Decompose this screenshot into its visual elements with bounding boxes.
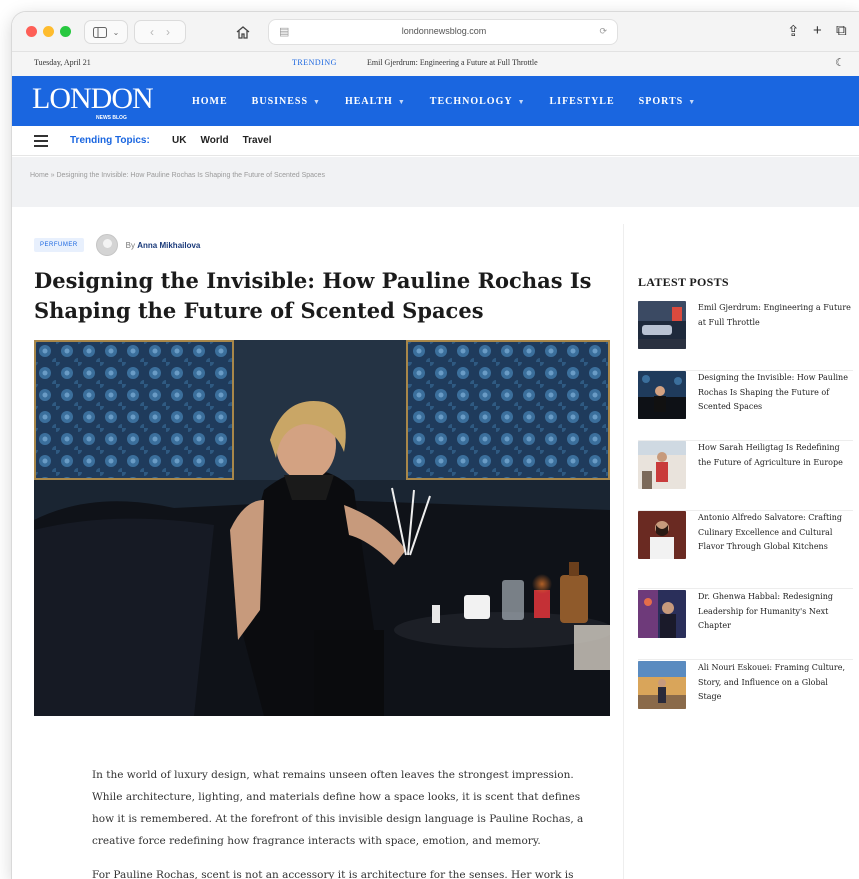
home-button[interactable] [230, 20, 256, 44]
post-title-link[interactable]: Ali Nouri Eskouei: Framing Culture, Stor… [698, 661, 853, 705]
breadcrumb: Home » Designing the Invisible: How Paul… [12, 157, 859, 207]
nav-home[interactable]: HOME [192, 96, 228, 107]
latest-post-item[interactable]: Antonio Alfredo Salvatore: Crafting Culi… [638, 511, 853, 589]
article-title: Designing the Invisible: How Pauline Roc… [34, 268, 592, 323]
post-thumbnail[interactable] [638, 661, 686, 709]
latest-post-item[interactable]: Dr. Ghenwa Habbal: Redesigning Leadershi… [638, 590, 853, 660]
hero-photo [34, 340, 610, 716]
latest-post-item[interactable]: Designing the Invisible: How Pauline Roc… [638, 371, 853, 441]
sidebar-toggle-button[interactable]: ⌄ [84, 20, 128, 44]
post-thumbnail[interactable] [638, 371, 686, 419]
trending-label: TRENDING [292, 58, 337, 67]
url-text: londonnewsblog.com [401, 26, 487, 36]
nav-label: SPORTS [638, 96, 684, 107]
back-forward-buttons[interactable]: ‹ › [134, 20, 186, 44]
main-navigation: LONDON NEWS BLOG HOME BUSINESS ▼ HEALTH ▼ … [12, 76, 859, 126]
nav-health[interactable]: HEALTH ▼ [345, 96, 406, 107]
article-body: In the world of luxury design, what rema… [92, 764, 587, 879]
article-hero-image [34, 340, 610, 716]
author-avatar[interactable] [95, 234, 118, 256]
topic-link-travel[interactable]: Travel [243, 135, 272, 146]
article-meta: PERFUMER By Anna Mikhailova [34, 234, 200, 256]
home-icon [236, 25, 250, 39]
post-title-link[interactable]: Antonio Alfredo Salvatore: Crafting Culi… [698, 511, 853, 555]
post-thumbnail[interactable] [638, 511, 686, 559]
post-title-link[interactable]: Dr. Ghenwa Habbal: Redesigning Leadershi… [698, 590, 853, 634]
tab-overview-icon[interactable]: ⧉ [836, 22, 847, 39]
topic-link-uk[interactable]: UK [172, 135, 186, 146]
post-thumbnail[interactable] [638, 441, 686, 489]
chevron-down-icon: ⌄ [112, 27, 120, 37]
browser-window: ⌄ ‹ › ▤ londonnewsblog.com ⟳ ⇪ + ⧉ Tuesd… [12, 12, 859, 879]
byline: By Anna Mikhailova [126, 241, 201, 250]
reload-icon[interactable]: ⟳ [599, 26, 607, 37]
author-link[interactable]: Anna Mikhailova [137, 241, 200, 250]
dark-mode-icon[interactable]: ☾ [835, 56, 845, 69]
chevron-down-icon: ▼ [517, 97, 526, 106]
post-thumbnail[interactable] [638, 590, 686, 638]
site-topbar: Tuesday, April 21 TRENDING Emil Gjerdrum… [12, 52, 859, 76]
nav-sports[interactable]: SPORTS ▼ [639, 96, 697, 107]
sidebar-icon [92, 26, 107, 38]
breadcrumb-text[interactable]: Home » Designing the Invisible: How Paul… [30, 172, 325, 179]
zoom-window-button[interactable] [60, 26, 71, 37]
trending-topics-label: Trending Topics: [70, 135, 150, 146]
nav-label: TECHNOLOGY [429, 96, 513, 107]
close-window-button[interactable] [26, 26, 37, 37]
chevron-down-icon: ▼ [397, 97, 406, 106]
browser-toolbar: ⌄ ‹ › ▤ londonnewsblog.com ⟳ ⇪ + ⧉ [12, 12, 859, 52]
sidebar-title: LATEST POSTS [638, 275, 729, 289]
chevron-down-icon: ▼ [313, 97, 321, 106]
article-paragraph: For Pauline Rochas, scent is not an acce… [92, 869, 574, 879]
nav-lifestyle[interactable]: LIFESTYLE [550, 96, 615, 107]
nav-label: LIFESTYLE [549, 96, 615, 107]
topic-link-world[interactable]: World [200, 135, 228, 146]
category-badge[interactable]: PERFUMER [34, 238, 84, 252]
nav-label: HEALTH [344, 96, 393, 107]
post-title-link[interactable]: Emil Gjerdrum: Engineering a Future at F… [698, 301, 853, 330]
current-date: Tuesday, April 21 [34, 58, 91, 67]
latest-post-item[interactable]: Ali Nouri Eskouei: Framing Culture, Stor… [638, 661, 853, 731]
nav-label: BUSINESS [251, 96, 309, 107]
minimize-window-button[interactable] [43, 26, 54, 37]
new-tab-icon[interactable]: + [813, 22, 822, 39]
address-bar[interactable]: ▤ londonnewsblog.com ⟳ [268, 19, 618, 45]
latest-posts-sidebar: LATEST POSTS Emil Gjerdrum: Engineering … [623, 224, 859, 879]
trending-topics-bar: Trending Topics: UK World Travel [12, 126, 859, 156]
post-thumbnail[interactable] [638, 301, 686, 349]
trending-headline-link[interactable]: Emil Gjerdrum: Engineering a Future at F… [367, 58, 538, 67]
site-logo[interactable]: LONDON [32, 83, 154, 115]
forward-icon[interactable]: › [166, 25, 170, 39]
share-icon[interactable]: ⇪ [787, 22, 800, 40]
post-title-link[interactable]: Designing the Invisible: How Pauline Roc… [698, 371, 853, 415]
nav-technology[interactable]: TECHNOLOGY ▼ [430, 96, 526, 107]
back-icon[interactable]: ‹ [150, 25, 154, 39]
article-paragraph: In the world of luxury design, what rema… [92, 769, 584, 847]
latest-post-item[interactable]: Emil Gjerdrum: Engineering a Future at F… [638, 301, 853, 371]
site-logo-subtitle: NEWS BLOG [96, 115, 127, 121]
byline-prefix: By [125, 240, 136, 250]
menu-icon[interactable] [34, 135, 48, 150]
nav-label: HOME [192, 96, 228, 107]
latest-post-item[interactable]: How Sarah Heiligtag Is Redefining the Fu… [638, 441, 853, 511]
post-title-link[interactable]: How Sarah Heiligtag Is Redefining the Fu… [698, 441, 853, 470]
chevron-down-icon: ▼ [688, 97, 697, 106]
nav-business[interactable]: BUSINESS ▼ [252, 96, 321, 107]
